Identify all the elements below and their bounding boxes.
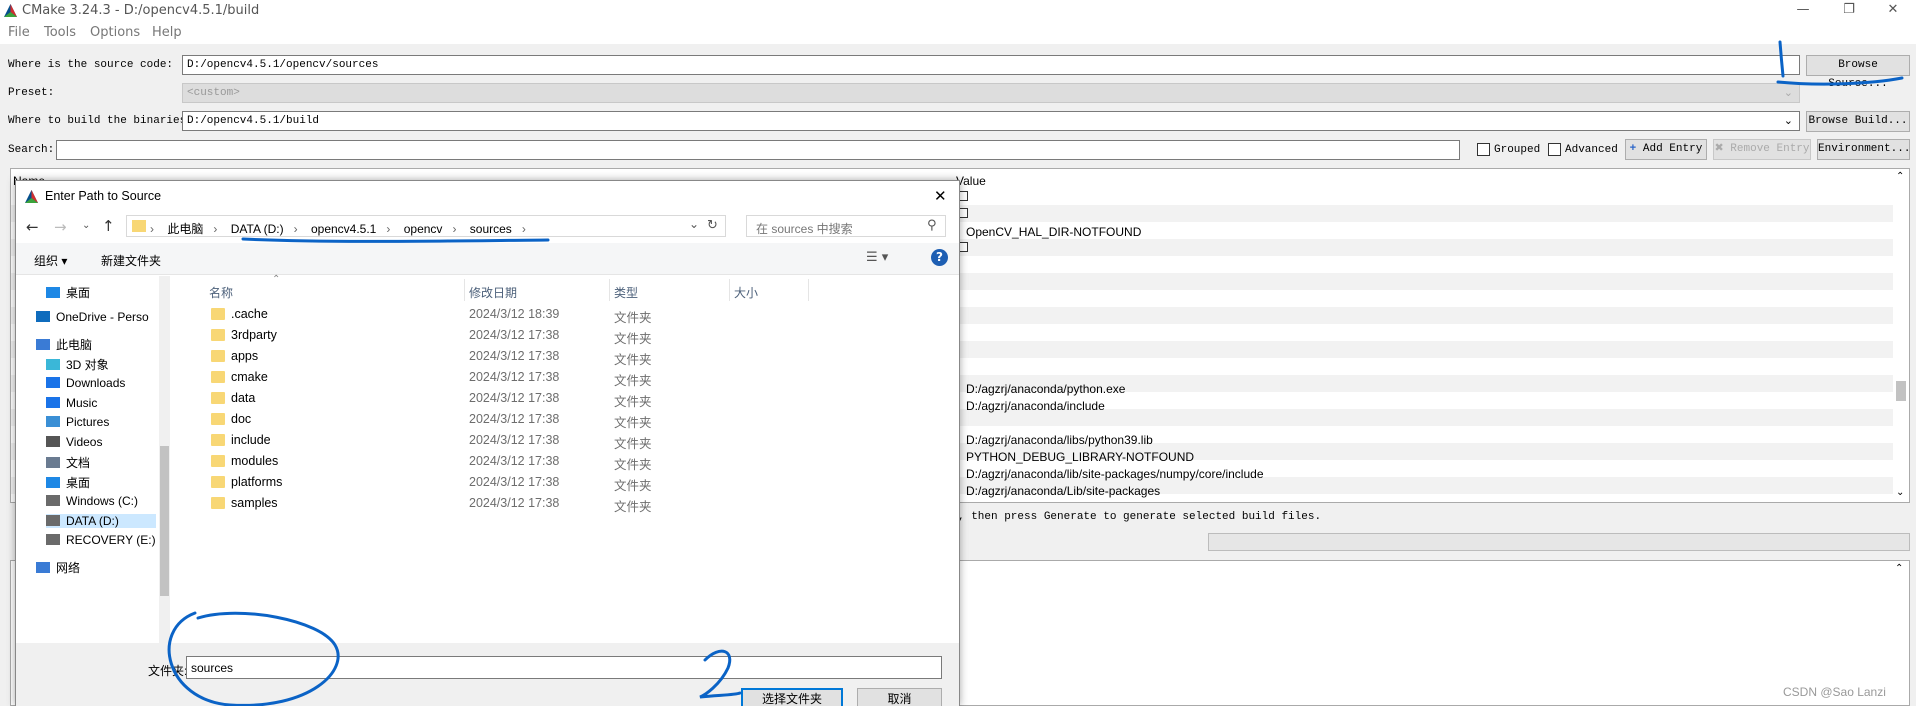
annotation-circle-sources	[167, 611, 340, 706]
annotation-number-one	[1778, 40, 1785, 78]
annotation-underline-breadcrumb	[241, 237, 550, 243]
pen-annotations	[167, 40, 1904, 706]
annotation-number-two	[699, 649, 742, 699]
annotation-underline-browse	[1776, 76, 1904, 86]
